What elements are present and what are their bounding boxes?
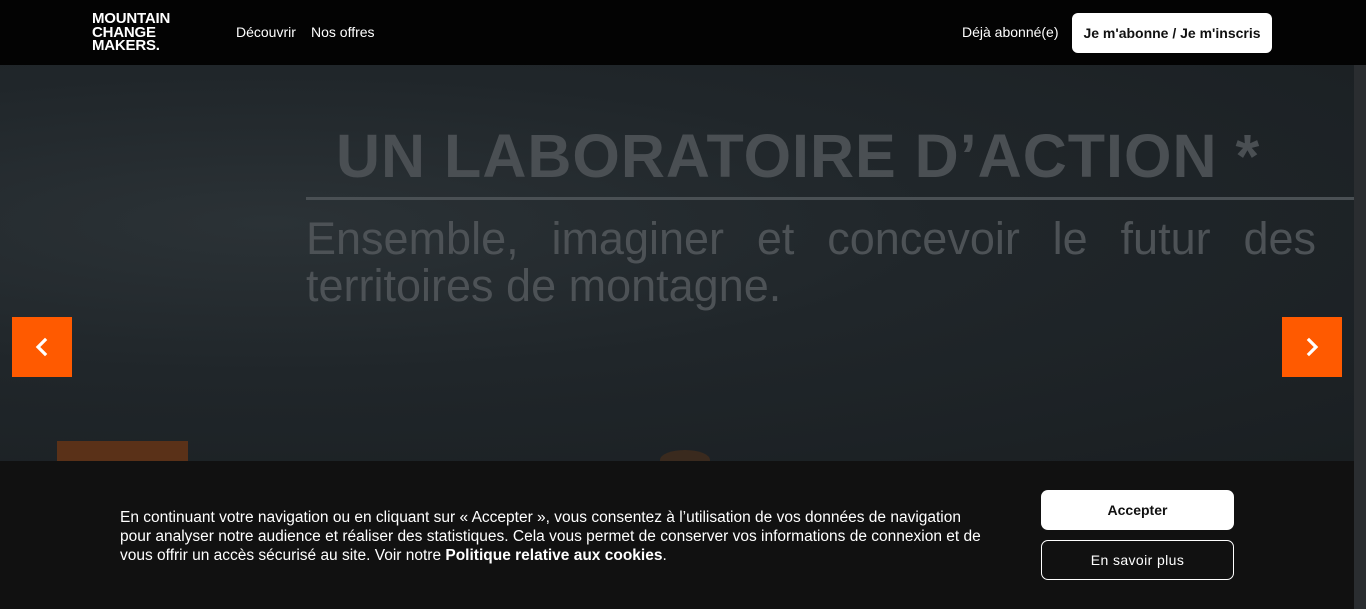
subscribe-button[interactable]: Je m'abonne / Je m'inscris bbox=[1072, 13, 1272, 53]
hero-subtitle: Ensemble, imaginer et concevoir le futur… bbox=[306, 213, 1316, 311]
nav-link-decouvrir[interactable]: Découvrir bbox=[236, 24, 296, 40]
cookie-banner: En continuant votre navigation ou en cli… bbox=[0, 461, 1354, 609]
chevron-right-icon bbox=[1306, 337, 1319, 357]
logo-line-3: MAKERS. bbox=[92, 37, 160, 54]
cookie-message: En continuant votre navigation ou en cli… bbox=[120, 508, 990, 565]
cookie-text-end: . bbox=[662, 547, 667, 564]
cookie-policy-link[interactable]: Politique relative aux cookies bbox=[445, 547, 662, 564]
hero-title: UN LABORATOIRE D’ACTION * bbox=[336, 122, 1261, 190]
site-logo[interactable]: MOUNTAIN CHANGE MAKERS. bbox=[92, 11, 202, 54]
carousel-next-button[interactable] bbox=[1282, 317, 1342, 377]
page-scrollbar[interactable] bbox=[1354, 65, 1366, 609]
accept-cookies-button[interactable]: Accepter bbox=[1041, 490, 1234, 530]
hero-decorative-shape bbox=[660, 450, 710, 461]
hero-carousel: UN LABORATOIRE D’ACTION * Ensemble, imag… bbox=[0, 65, 1354, 461]
nav-link-nos-offres[interactable]: Nos offres bbox=[311, 24, 375, 40]
carousel-prev-button[interactable] bbox=[12, 317, 72, 377]
login-link[interactable]: Déjà abonné(e) bbox=[962, 24, 1059, 40]
learn-more-button[interactable]: En savoir plus bbox=[1041, 540, 1234, 580]
hero-decorative-block bbox=[57, 441, 188, 461]
hero-divider bbox=[306, 197, 1354, 200]
chevron-left-icon bbox=[35, 337, 48, 357]
top-navigation-bar: MOUNTAIN CHANGE MAKERS. Découvrir Nos of… bbox=[0, 0, 1366, 65]
